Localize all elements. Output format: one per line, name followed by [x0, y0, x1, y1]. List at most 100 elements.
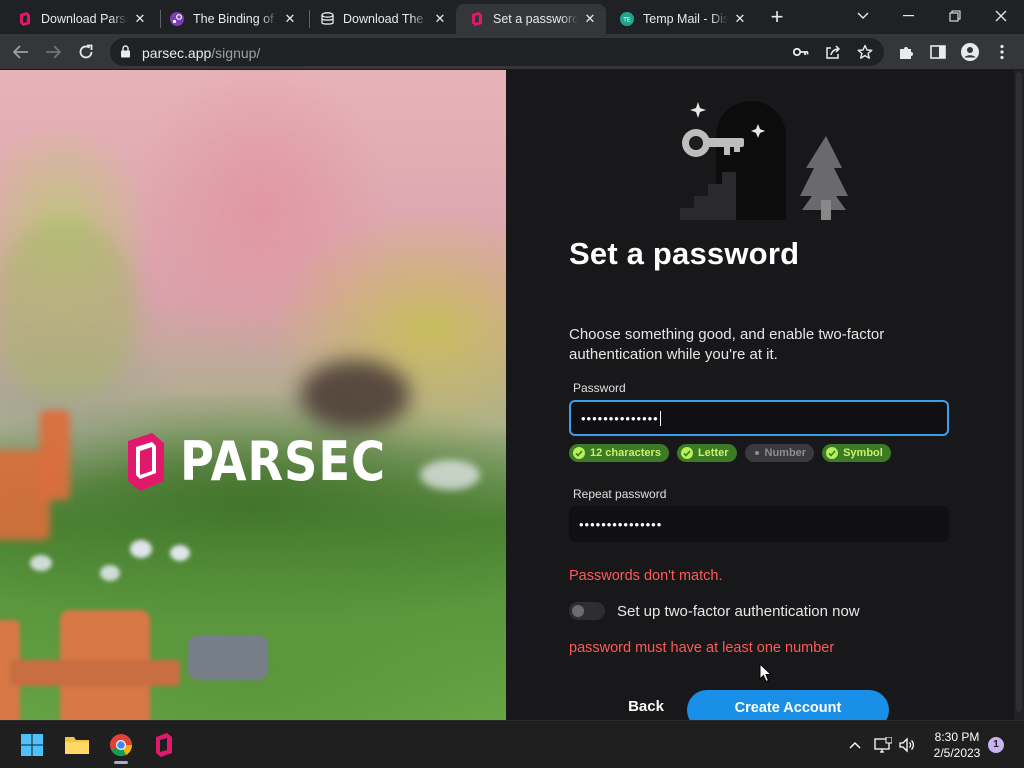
reload-icon	[79, 44, 93, 59]
tab-download-isaac[interactable]: Download The Binding of Isaac ✕	[306, 4, 456, 34]
parsec-favicon-icon	[18, 12, 32, 26]
blurred-tree	[0, 220, 140, 400]
dot-icon	[754, 451, 759, 455]
check-icon	[826, 447, 839, 459]
page-title: Set a password	[569, 236, 800, 271]
parsec-wordmark: PARSEC	[180, 430, 386, 493]
page-subtitle: Choose something good, and enable two-fa…	[569, 326, 885, 363]
number-requirement-error: password must have at least one number	[569, 640, 835, 656]
password-requirements: 12 characters Letter Number Symbol	[569, 444, 891, 462]
bookmark-star-icon[interactable]	[856, 43, 874, 61]
clock-date: 2/5/2023	[933, 746, 981, 760]
repeat-password-label: Repeat password	[573, 487, 667, 501]
chrome-icon	[110, 734, 133, 757]
repeat-password-value: •••••••••••••••	[579, 516, 663, 532]
mouse-cursor-icon	[759, 663, 773, 683]
lock-icon[interactable]	[120, 45, 131, 63]
key-door-illustration	[680, 101, 848, 220]
browser-menu-button[interactable]	[990, 40, 1014, 64]
two-factor-label[interactable]: Set up two-factor authentication now	[617, 603, 860, 620]
tempmail-favicon-icon: TE	[620, 12, 634, 26]
new-tab-button[interactable]: +	[765, 6, 789, 30]
requirement-label: Symbol	[843, 447, 883, 459]
reload-button[interactable]	[74, 40, 98, 64]
tab-title: Download Parsec	[41, 12, 128, 26]
requirement-label: 12 characters	[590, 447, 661, 459]
restore-icon	[949, 10, 961, 22]
url-host: parsec.app	[142, 45, 212, 61]
flower	[100, 565, 120, 581]
tab-set-a-password[interactable]: Set a password ✕	[456, 4, 606, 34]
parsec-taskbar-button[interactable]	[148, 729, 180, 761]
requirement-badge: Letter	[676, 444, 737, 462]
side-panel-button[interactable]	[926, 40, 950, 64]
password-value: ••••••••••••••	[581, 410, 659, 426]
side-panel-icon	[930, 45, 946, 59]
create-account-button[interactable]: Create Account	[687, 690, 889, 720]
check-icon	[680, 447, 693, 459]
share-icon[interactable]	[824, 43, 842, 61]
notification-badge[interactable]: 1	[988, 737, 1004, 753]
tab-title: Set a password	[493, 12, 578, 26]
check-icon	[573, 447, 585, 459]
arrow-right-icon	[46, 45, 61, 59]
blurred-rock	[300, 360, 410, 430]
forward-nav-button[interactable]	[41, 40, 65, 64]
chevron-down-icon	[857, 12, 869, 19]
requirement-badge: Number	[744, 444, 815, 462]
blurred-flowers	[420, 460, 480, 490]
clock-time: 8:30 PM	[934, 730, 980, 744]
restore-button[interactable]	[932, 0, 978, 32]
toggle-knob	[572, 605, 584, 617]
requirement-badge: 12 characters	[569, 444, 669, 462]
key-icon[interactable]	[792, 43, 810, 61]
hero-illustration: PARSEC	[0, 70, 506, 720]
network-button[interactable]	[873, 735, 893, 755]
back-button[interactable]: Back	[614, 698, 678, 720]
tab-temp-mail[interactable]: TE Temp Mail - Disposable ✕	[606, 4, 756, 34]
folder-icon	[65, 737, 89, 754]
extensions-button[interactable]	[894, 40, 918, 64]
chrome-taskbar-button[interactable]	[105, 729, 137, 764]
file-explorer-button[interactable]	[61, 729, 93, 761]
parsec-favicon-icon	[470, 12, 484, 26]
system-clock[interactable]: 8:30 PM 2/5/2023	[922, 729, 992, 761]
requirement-badge: Symbol	[822, 444, 891, 462]
taskbar: 8:30 PM 2/5/2023 1	[0, 720, 1024, 768]
arrow-left-icon	[13, 45, 28, 59]
tab-download-parsec[interactable]: Download Parsec ✕	[4, 4, 156, 34]
scrollbar-thumb[interactable]	[1016, 72, 1022, 712]
close-tab-icon[interactable]: ✕	[432, 11, 448, 27]
show-hidden-icons-button[interactable]	[845, 735, 865, 755]
tab-binding-of-isaac[interactable]: The Binding of Isaac ✕	[156, 4, 306, 34]
windows-logo-icon	[21, 734, 43, 756]
minimize-button[interactable]	[886, 0, 932, 32]
text-caret	[659, 410, 661, 426]
speaker-icon	[899, 737, 915, 753]
profile-button[interactable]	[958, 40, 982, 64]
close-tab-icon[interactable]: ✕	[732, 11, 748, 27]
password-input[interactable]: ••••••••••••••	[569, 400, 949, 436]
two-factor-toggle[interactable]	[569, 602, 605, 620]
database-favicon-icon	[320, 12, 334, 26]
tab-title: The Binding of Isaac	[193, 12, 278, 26]
tab-search-button[interactable]	[840, 0, 886, 32]
avatar-icon	[961, 43, 979, 61]
flower	[130, 540, 152, 558]
close-tab-icon[interactable]: ✕	[582, 11, 598, 27]
address-bar[interactable]: parsec.app/signup/	[110, 38, 884, 66]
close-icon	[995, 10, 1007, 22]
close-tab-icon[interactable]: ✕	[132, 11, 148, 27]
repeat-password-input[interactable]: •••••••••••••••	[569, 506, 949, 542]
signup-panel: Set a password Choose something good, an…	[506, 70, 1014, 720]
kebab-menu-icon	[1000, 44, 1004, 60]
minimize-icon	[903, 15, 914, 17]
parsec-icon	[156, 733, 172, 757]
volume-button[interactable]	[897, 735, 917, 755]
close-window-button[interactable]	[978, 0, 1024, 32]
page-scrollbar[interactable]	[1014, 70, 1024, 720]
start-button[interactable]	[16, 729, 48, 761]
close-tab-icon[interactable]: ✕	[282, 11, 298, 27]
back-nav-button[interactable]	[9, 40, 33, 64]
puzzle-icon	[900, 47, 913, 59]
